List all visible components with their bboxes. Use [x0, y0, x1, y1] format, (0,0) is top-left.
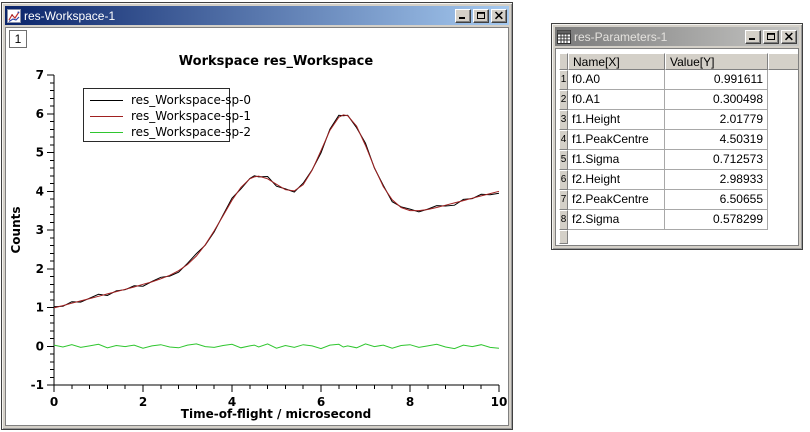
legend-line-sp-2	[90, 132, 123, 133]
svg-text:7: 7	[36, 68, 44, 82]
legend-item-sp-1: res_Workspace-sp-1	[90, 108, 229, 124]
row-header[interactable]: 4	[559, 130, 568, 150]
table-grid-icon[interactable]	[557, 30, 571, 44]
close-icon	[494, 11, 504, 20]
table-close-button[interactable]	[781, 30, 797, 44]
table-content: Name[X] Value[Y] 1f0.A00.9916112f0.A10.3…	[555, 48, 799, 246]
scatter-plot-icon[interactable]	[7, 9, 21, 23]
table-stub-row	[559, 230, 799, 244]
table-row: 4f1.PeakCentre4.50319	[559, 130, 799, 150]
plot-canvas[interactable]: -1012345670246810 Workspace res_Workspac…	[6, 28, 509, 426]
legend-line-sp-0	[90, 100, 123, 101]
plot-title[interactable]: Workspace res_Workspace	[179, 54, 374, 69]
close-icon	[784, 32, 794, 41]
svg-text:2: 2	[139, 395, 147, 409]
svg-text:4: 4	[36, 184, 44, 198]
column-header-name[interactable]: Name[X]	[568, 53, 665, 70]
row-header[interactable]: 2	[559, 90, 568, 110]
x-axis-label[interactable]: Time-of-flight / microsecond	[181, 407, 371, 421]
cell-name[interactable]: f2.Sigma	[568, 210, 665, 230]
table-maximize-button[interactable]	[763, 30, 779, 44]
svg-text:2: 2	[36, 262, 44, 276]
cell-name[interactable]: f0.A0	[568, 70, 665, 90]
table-row: 1f0.A00.991611	[559, 70, 799, 90]
table-row: 8f2.Sigma0.578299	[559, 210, 799, 230]
table-window-title: res-Parameters-1	[574, 30, 742, 44]
svg-text:1: 1	[36, 301, 44, 315]
y-axis-label[interactable]: Counts	[9, 206, 23, 253]
svg-text:6: 6	[36, 107, 44, 121]
legend-label-sp-1: res_Workspace-sp-1	[131, 109, 251, 123]
plot-window: res-Workspace-1 -1012345670246810 Worksp…	[1, 2, 513, 430]
table-row: 7f2.PeakCentre6.50655	[559, 190, 799, 210]
plot-minimize-button[interactable]	[455, 9, 471, 23]
parameters-table: Name[X] Value[Y] 1f0.A00.9916112f0.A10.3…	[559, 53, 799, 244]
cell-value[interactable]: 0.578299	[665, 210, 768, 230]
curve-res_Workspace-sp-2[interactable]	[54, 344, 499, 349]
curve-res_Workspace-sp-0[interactable]	[54, 115, 499, 306]
row-header[interactable]: 1	[559, 70, 568, 90]
cell-name[interactable]: f1.Sigma	[568, 150, 665, 170]
legend-line-sp-1	[90, 116, 123, 117]
svg-text:5: 5	[36, 146, 44, 160]
legend-item-sp-2: res_Workspace-sp-2	[90, 124, 229, 140]
column-header-filler	[768, 53, 799, 70]
plot-maximize-button[interactable]	[473, 9, 489, 23]
svg-text:8: 8	[406, 395, 414, 409]
plot-close-button[interactable]	[491, 9, 507, 23]
plot-window-titlebar[interactable]: res-Workspace-1	[5, 6, 509, 25]
cell-value[interactable]: 4.50319	[665, 130, 768, 150]
svg-text:-1: -1	[31, 378, 44, 392]
plot-window-title: res-Workspace-1	[24, 9, 452, 23]
table-minimize-button[interactable]	[745, 30, 761, 44]
legend-label-sp-2: res_Workspace-sp-2	[131, 125, 251, 139]
table-row: 3f1.Height2.01779	[559, 110, 799, 130]
table-row: 5f1.Sigma0.712573	[559, 150, 799, 170]
curve-res_Workspace-sp-1[interactable]	[54, 115, 499, 308]
row-header[interactable]: 6	[559, 170, 568, 190]
row-header[interactable]: 8	[559, 210, 568, 230]
row-header[interactable]: 3	[559, 110, 568, 130]
corner-header-cell[interactable]	[559, 53, 568, 70]
table-window-titlebar[interactable]: res-Parameters-1	[555, 27, 799, 46]
row-header[interactable]: 7	[559, 190, 568, 210]
minimize-icon	[748, 32, 758, 41]
cell-name[interactable]: f2.PeakCentre	[568, 190, 665, 210]
cell-value[interactable]: 2.98933	[665, 170, 768, 190]
legend-item-sp-0: res_Workspace-sp-0	[90, 92, 229, 108]
mdi-background: { "plot_window": { "title": "res-Workspa…	[0, 0, 810, 432]
row-header[interactable]: 5	[559, 150, 568, 170]
table-row: 2f0.A10.300498	[559, 90, 799, 110]
svg-text:0: 0	[36, 339, 44, 353]
svg-text:0: 0	[50, 395, 58, 409]
maximize-icon	[476, 11, 486, 20]
table-window: res-Parameters-1 Name[X] Value[Y] 1f0.A0…	[551, 23, 803, 250]
table-row: 6f2.Height2.98933	[559, 170, 799, 190]
layer-button[interactable]: 1	[9, 30, 27, 48]
plot-curves	[54, 115, 499, 349]
maximize-icon	[766, 32, 776, 41]
plot-canvas-area: -1012345670246810 Workspace res_Workspac…	[5, 27, 509, 426]
cell-value[interactable]: 6.50655	[665, 190, 768, 210]
cell-value[interactable]: 0.991611	[665, 70, 768, 90]
minimize-icon	[458, 11, 468, 20]
row-header-stub	[559, 230, 568, 244]
svg-text:3: 3	[36, 223, 44, 237]
plot-legend[interactable]: res_Workspace-sp-0 res_Workspace-sp-1 re…	[83, 88, 230, 142]
cell-value[interactable]: 0.300498	[665, 90, 768, 110]
table-body: 1f0.A00.9916112f0.A10.3004983f1.Height2.…	[559, 70, 799, 230]
cell-name[interactable]: f0.A1	[568, 90, 665, 110]
cell-name[interactable]: f1.Height	[568, 110, 665, 130]
table-header-row: Name[X] Value[Y]	[559, 53, 799, 70]
svg-text:10: 10	[491, 395, 508, 409]
column-header-value[interactable]: Value[Y]	[665, 53, 768, 70]
cell-name[interactable]: f1.PeakCentre	[568, 130, 665, 150]
cell-value[interactable]: 2.01779	[665, 110, 768, 130]
cell-value[interactable]: 0.712573	[665, 150, 768, 170]
cell-name[interactable]: f2.Height	[568, 170, 665, 190]
legend-label-sp-0: res_Workspace-sp-0	[131, 93, 251, 107]
